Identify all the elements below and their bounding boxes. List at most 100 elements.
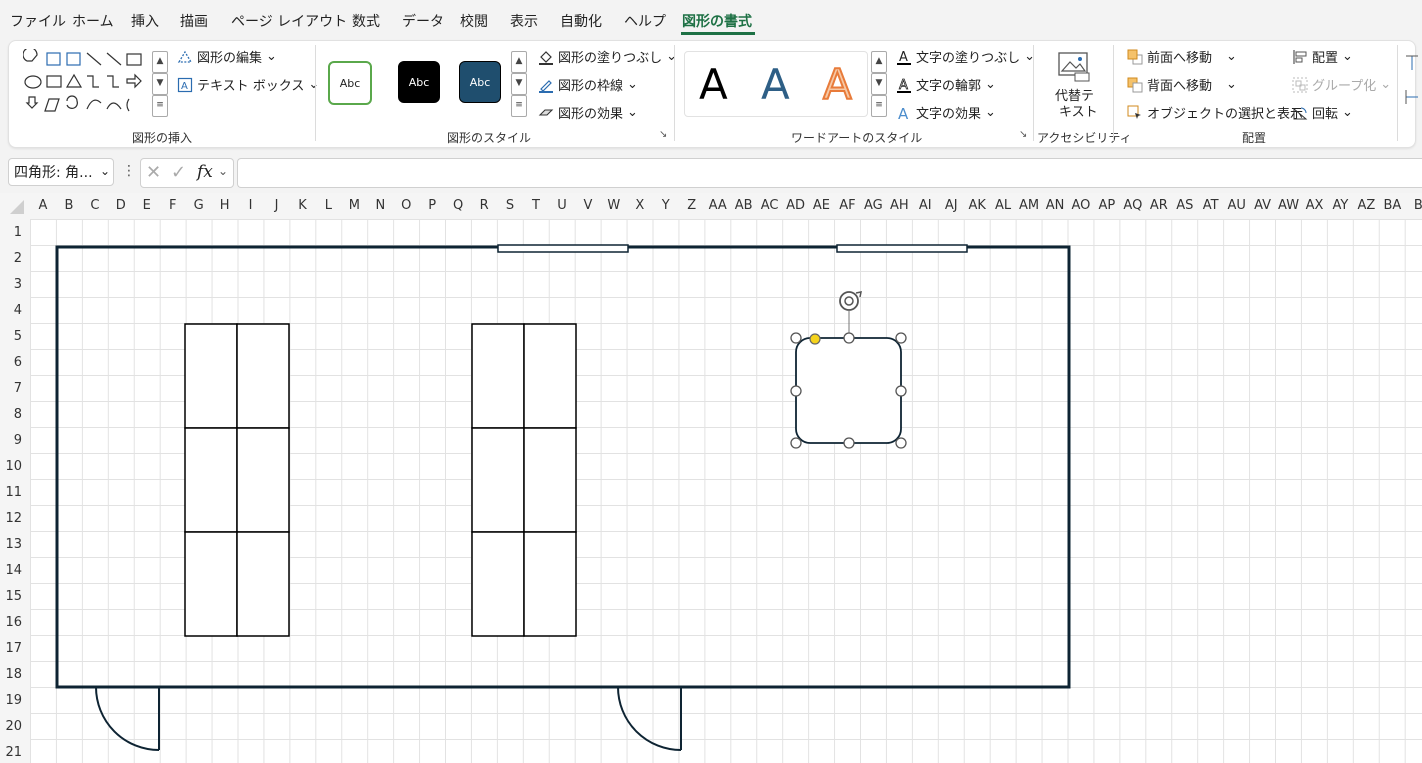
group-button[interactable]: グループ化 ⌄ [1292,75,1391,94]
desk-shape[interactable] [236,323,290,429]
alt-text-icon [1058,52,1090,82]
resize-handle[interactable] [895,332,907,344]
resize-handle[interactable] [790,332,802,344]
wordart-more-button[interactable]: ≡ [871,95,887,117]
tab-review[interactable]: 校閲 [460,11,488,31]
bring-forward-button[interactable]: 前面へ移動 ⌄ [1127,47,1237,66]
wordart-style-orange[interactable]: A [822,59,853,110]
chevron-down-icon: ⌄ [627,105,638,120]
resize-handle[interactable] [790,385,802,397]
shape-style-swatch-outline[interactable]: Abc [328,61,372,105]
wordart-scroll-down-button[interactable]: ▼ [871,73,887,95]
bring-forward-icon [1127,49,1143,64]
shape-style-swatch-blue[interactable]: Abc [459,61,501,103]
styles-scroll-up-button[interactable]: ▲ [511,51,527,73]
wordart-scroll-up-button[interactable]: ▲ [871,51,887,73]
insert-function-button[interactable]: fx [197,162,213,182]
window-shape-1[interactable] [497,244,629,253]
arrange-group-label: 配置 [1242,131,1267,145]
accessibility-group-label: アクセシビリティ [1037,131,1132,145]
shapes-gallery-icon[interactable] [23,49,157,119]
wordart-gallery[interactable]: A A A [684,51,868,117]
styles-more-button[interactable]: ≡ [511,95,527,117]
height-icon[interactable] [1405,55,1419,71]
tab-data[interactable]: データ [402,11,444,31]
tab-insert[interactable]: 挿入 [131,11,159,31]
shape-fill-button[interactable]: 図形の塗りつぶし ⌄ [538,47,677,66]
desk-shape[interactable] [471,531,525,637]
dialog-launcher-icon[interactable]: ↘ [1019,129,1027,140]
width-icon[interactable] [1405,89,1419,105]
desk-shape[interactable] [236,531,290,637]
group-label: グループ化 [1312,79,1377,94]
resize-handle[interactable] [895,385,907,397]
shapes-scroll-up-button[interactable]: ▲ [152,51,168,73]
chevron-down-icon[interactable]: ⌄ [218,164,228,178]
desk-shape[interactable] [184,427,238,533]
rotate-handle-icon[interactable] [839,291,862,311]
desk-shape[interactable] [471,427,525,533]
rotate-label: 回転 [1312,107,1339,122]
dialog-launcher-icon[interactable]: ↘ [659,129,667,140]
desk-shape[interactable] [471,323,525,429]
tab-draw[interactable]: 描画 [180,11,208,31]
name-box[interactable]: 四角形: 角... [8,158,114,186]
tab-view[interactable]: 表示 [510,11,538,31]
more-options-icon[interactable]: ⋮ [122,163,136,179]
selection-pane-button[interactable]: オブジェクトの選択と表示 [1127,103,1303,122]
tab-formulas[interactable]: 数式 [352,11,380,31]
door-shape-2[interactable] [617,686,682,751]
desk-group-left[interactable] [184,323,290,637]
tab-page-layout[interactable]: ページ レイアウト [231,11,347,31]
shape-style-swatch-black[interactable]: Abc [398,61,440,103]
selection-pane-icon [1127,105,1141,119]
wordart-style-black[interactable]: A [699,60,728,109]
chevron-down-icon: ⌄ [627,77,638,92]
shape-effects-button[interactable]: 図形の効果 ⌄ [538,103,638,122]
text-box-button[interactable]: A テキスト ボックス ⌄ [177,75,319,94]
door-shape-1[interactable] [95,686,160,751]
send-backward-button[interactable]: 背面へ移動 ⌄ [1127,75,1237,94]
alt-text-button[interactable]: 代替テ キスト [1047,47,1101,120]
styles-scroll-down-button[interactable]: ▼ [511,73,527,95]
selected-rounded-rectangle[interactable] [795,337,902,444]
text-outline-label: 文字の輪郭 [916,79,982,94]
chevron-down-icon: ⌄ [985,105,996,120]
tab-automate[interactable]: 自動化 [560,11,602,31]
desk-shape[interactable] [523,427,577,533]
desk-shape[interactable] [184,531,238,637]
desk-group-right[interactable] [471,323,577,637]
tab-shape-format[interactable]: 図形の書式 [682,11,752,31]
text-fill-label: 文字の塗りつぶし [916,51,1021,66]
cancel-icon[interactable]: ✕ [146,162,161,183]
resize-handle[interactable] [895,437,907,449]
desk-shape[interactable] [184,323,238,429]
confirm-icon[interactable]: ✓ [171,162,186,183]
desk-shape[interactable] [236,427,290,533]
formula-input[interactable] [237,158,1422,188]
rotate-button[interactable]: 回転 ⌄ [1292,103,1353,122]
chevron-down-icon: ⌄ [1226,49,1237,64]
shapes-more-button[interactable]: ≡ [152,95,168,117]
text-fill-button[interactable]: A 文字の塗りつぶし ⌄ [896,47,1035,66]
active-tab-underline [681,32,755,35]
resize-handle[interactable] [843,332,855,344]
chevron-down-icon[interactable]: ⌄ [100,164,110,178]
text-effects-button[interactable]: A 文字の効果 ⌄ [896,103,996,123]
desk-shape[interactable] [523,531,577,637]
edit-shape-button[interactable]: 図形の編集 ⌄ [177,47,277,66]
window-shape-2[interactable] [836,244,968,253]
text-outline-button[interactable]: A 文字の輪郭 ⌄ [896,75,996,94]
shape-outline-button[interactable]: 図形の枠線 ⌄ [538,75,638,94]
corner-adjust-handle[interactable] [809,333,821,345]
svg-text:A: A [899,50,908,65]
resize-handle[interactable] [790,437,802,449]
wordart-style-blue[interactable]: A [761,60,790,109]
resize-handle[interactable] [843,437,855,449]
desk-shape[interactable] [523,323,577,429]
tab-help[interactable]: ヘルプ [624,11,666,31]
tab-home[interactable]: ホーム [72,11,114,31]
shapes-scroll-down-button[interactable]: ▼ [152,73,168,95]
tab-file[interactable]: ファイル [10,11,66,31]
align-button[interactable]: 配置 ⌄ [1292,47,1353,66]
